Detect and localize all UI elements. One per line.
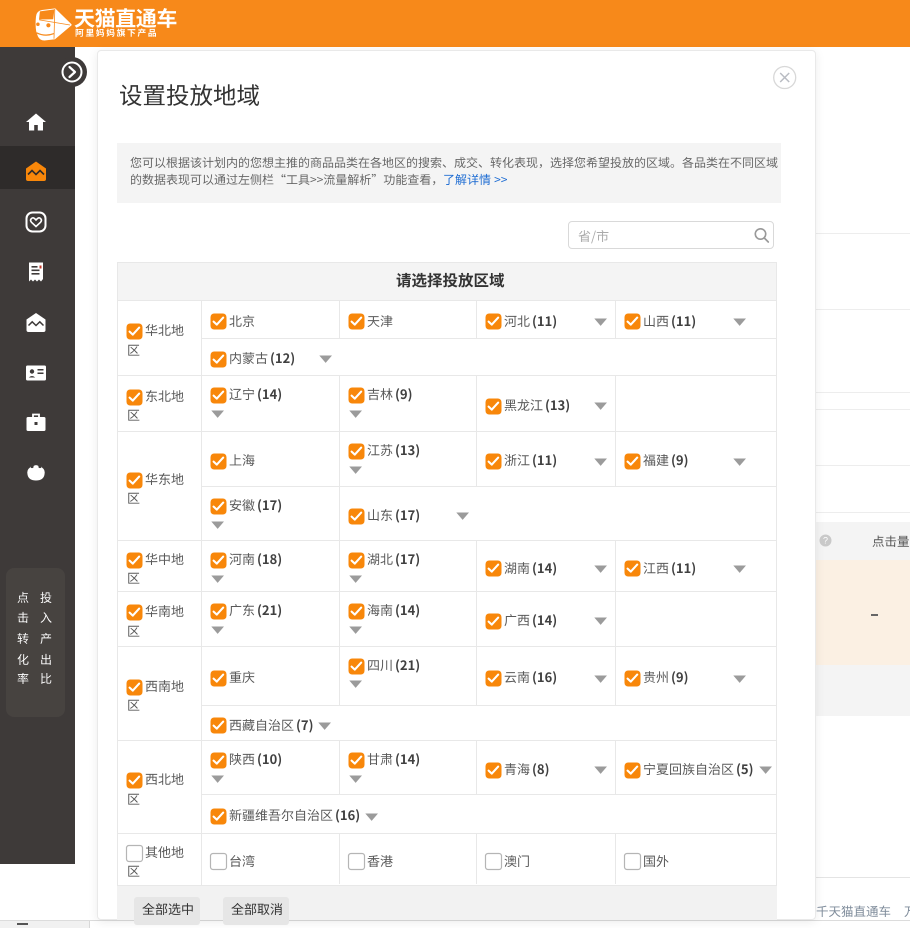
svg-text:?: ? bbox=[823, 536, 828, 546]
